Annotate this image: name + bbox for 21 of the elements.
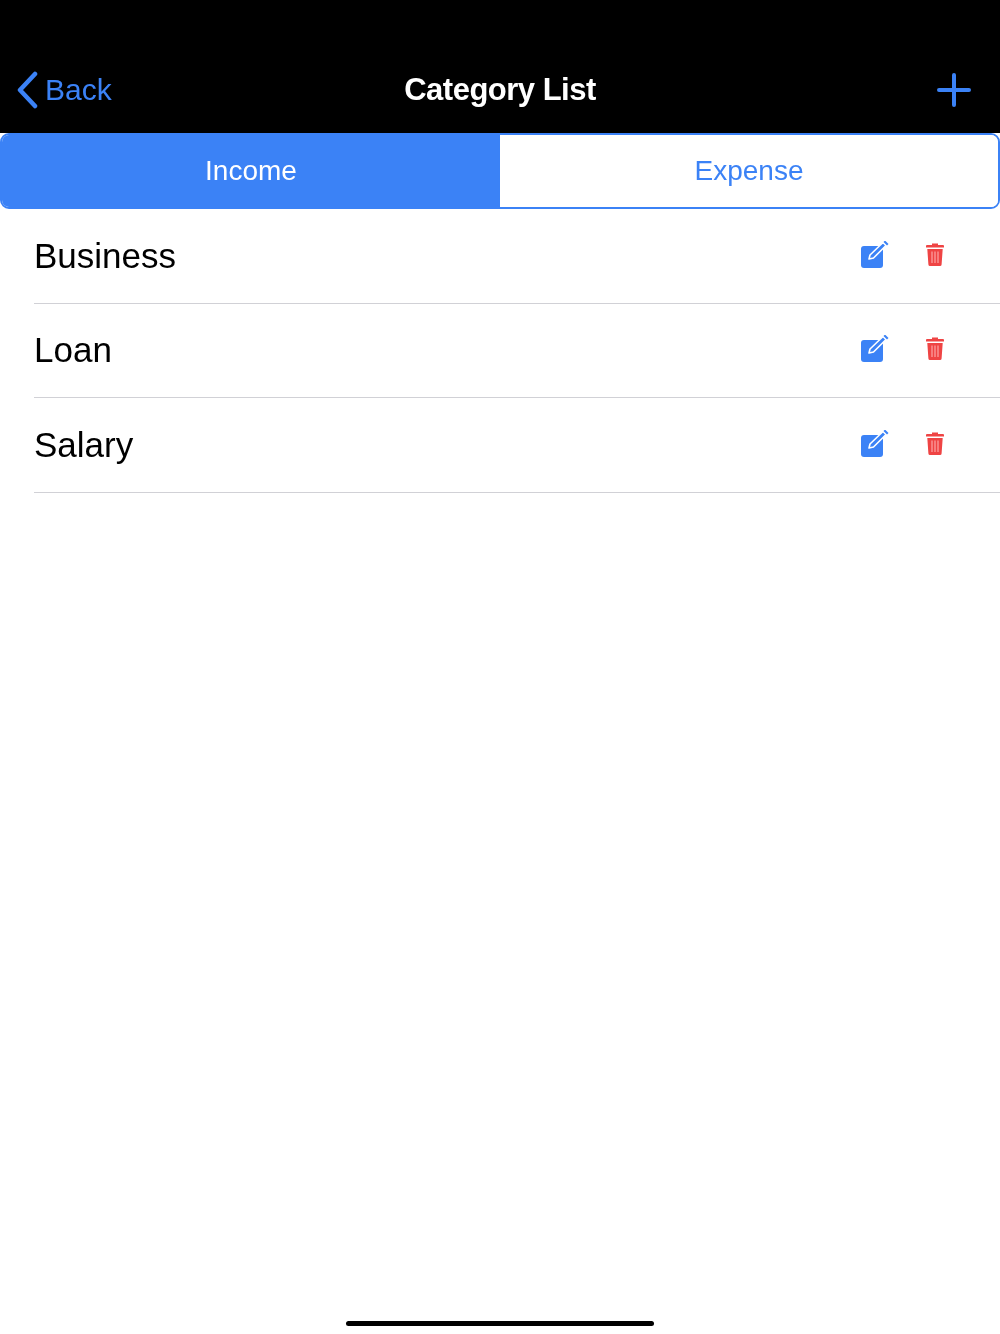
edit-icon [861,240,889,268]
add-button[interactable] [936,72,972,108]
delete-button[interactable] [926,430,944,455]
edit-button[interactable] [861,240,889,268]
trash-icon [926,430,944,455]
segment-tab[interactable]: Income [2,135,500,207]
edit-button[interactable] [861,335,889,363]
delete-button[interactable] [926,336,944,361]
delete-button[interactable] [926,241,944,266]
trash-icon [926,336,944,361]
edit-icon [861,335,889,363]
edit-icon [861,429,889,457]
category-name: Business [34,234,178,277]
edit-button[interactable] [861,429,889,457]
chevron-left-icon [16,71,38,109]
back-button[interactable]: Back [16,70,112,110]
plus-icon [937,73,971,107]
category-name: Loan [34,329,113,372]
screen-title: Category List [404,71,596,109]
trash-icon [926,241,944,266]
category-name: Salary [34,423,135,466]
